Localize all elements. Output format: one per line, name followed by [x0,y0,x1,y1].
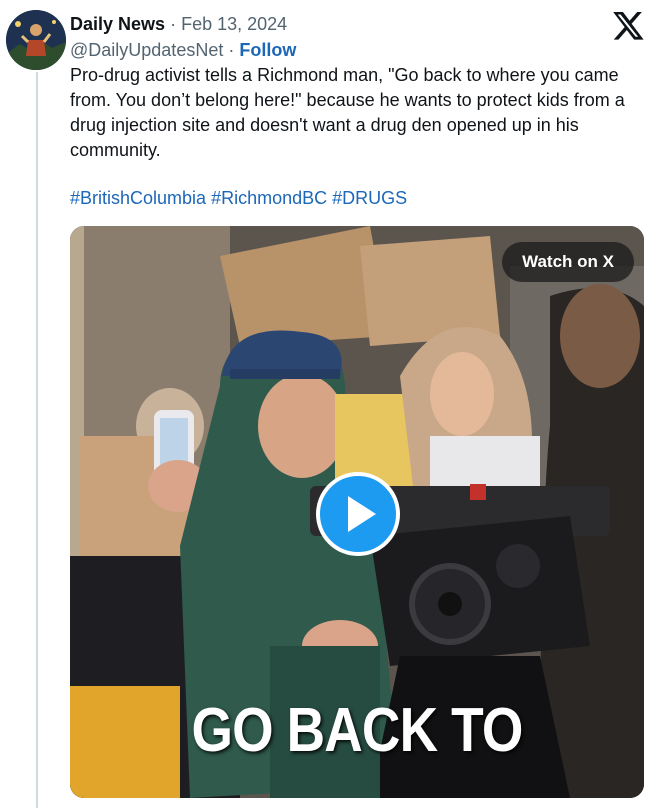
video-caption: GO BACK TO [191,696,523,765]
handle[interactable]: @DailyUpdatesNet [70,40,223,60]
watch-on-x-button[interactable]: Watch on X [502,242,634,282]
play-button[interactable] [316,472,400,556]
video-thumbnail[interactable]: Watch on X GO BACK TO [70,226,644,798]
hashtag-link[interactable]: #RichmondBC [211,188,327,208]
tweet-header: Daily News · Feb 13, 2024 [70,12,287,36]
thread-line [36,72,38,808]
hashtag-link[interactable]: #DRUGS [332,188,407,208]
avatar[interactable] [6,10,66,70]
separator: · [170,14,177,34]
x-logo-icon[interactable] [612,10,644,42]
tweet-date[interactable]: Feb 13, 2024 [181,14,287,34]
hashtags: #BritishColumbia #RichmondBC #DRUGS [70,186,407,211]
tweet-text: Pro-drug activist tells a Richmond man, … [70,65,625,160]
play-icon [348,496,376,532]
handle-row: @DailyUpdatesNet · Follow [70,38,296,62]
hashtag-link[interactable]: #BritishColumbia [70,188,206,208]
display-name[interactable]: Daily News [70,14,165,34]
follow-button[interactable]: Follow [239,40,296,60]
separator: · [228,40,235,60]
